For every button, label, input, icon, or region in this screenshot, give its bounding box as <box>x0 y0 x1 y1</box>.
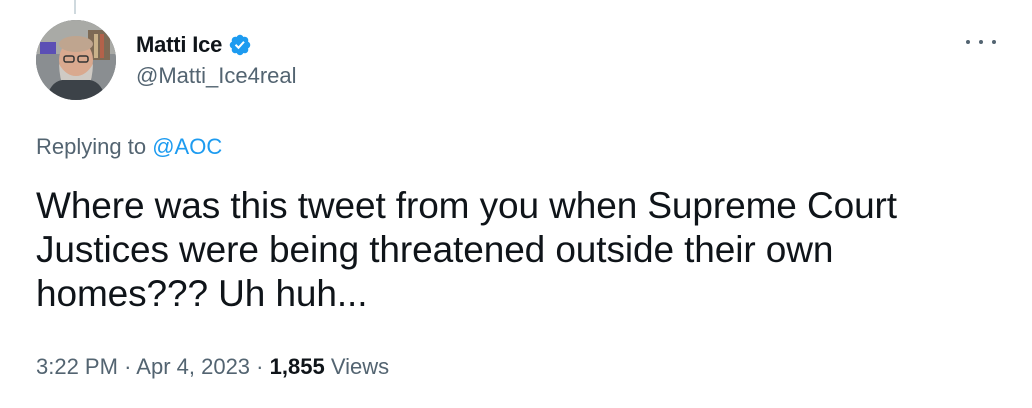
views-count: 1,855 <box>269 354 325 379</box>
author-handle[interactable]: @Matti_Ice4real <box>136 63 297 89</box>
replying-to-line: Replying to @AOC <box>36 134 222 160</box>
author-name-row: Matti Ice <box>136 30 252 60</box>
tweet-date[interactable]: Apr 4, 2023 <box>136 354 250 379</box>
replying-to-label: Replying to <box>36 134 147 159</box>
tweet-meta: 3:22 PM · Apr 4, 2023 · 1,855 Views <box>36 354 389 380</box>
views-label: Views <box>330 354 390 379</box>
more-options-icon[interactable] <box>966 30 996 54</box>
dot-icon <box>979 40 983 44</box>
thread-connector-line <box>74 0 76 14</box>
tweet-time[interactable]: 3:22 PM <box>36 354 118 379</box>
avatar-image <box>36 20 116 100</box>
tweet-text: Where was this tweet from you when Supre… <box>36 185 897 314</box>
meta-separator: · <box>124 354 132 379</box>
meta-separator: · <box>256 354 264 379</box>
verified-badge-icon <box>228 33 252 57</box>
dot-icon <box>966 40 970 44</box>
avatar[interactable] <box>36 20 116 100</box>
author-display-name[interactable]: Matti Ice <box>136 32 222 58</box>
reply-mention-link[interactable]: @AOC <box>152 134 222 159</box>
dot-icon <box>992 40 996 44</box>
